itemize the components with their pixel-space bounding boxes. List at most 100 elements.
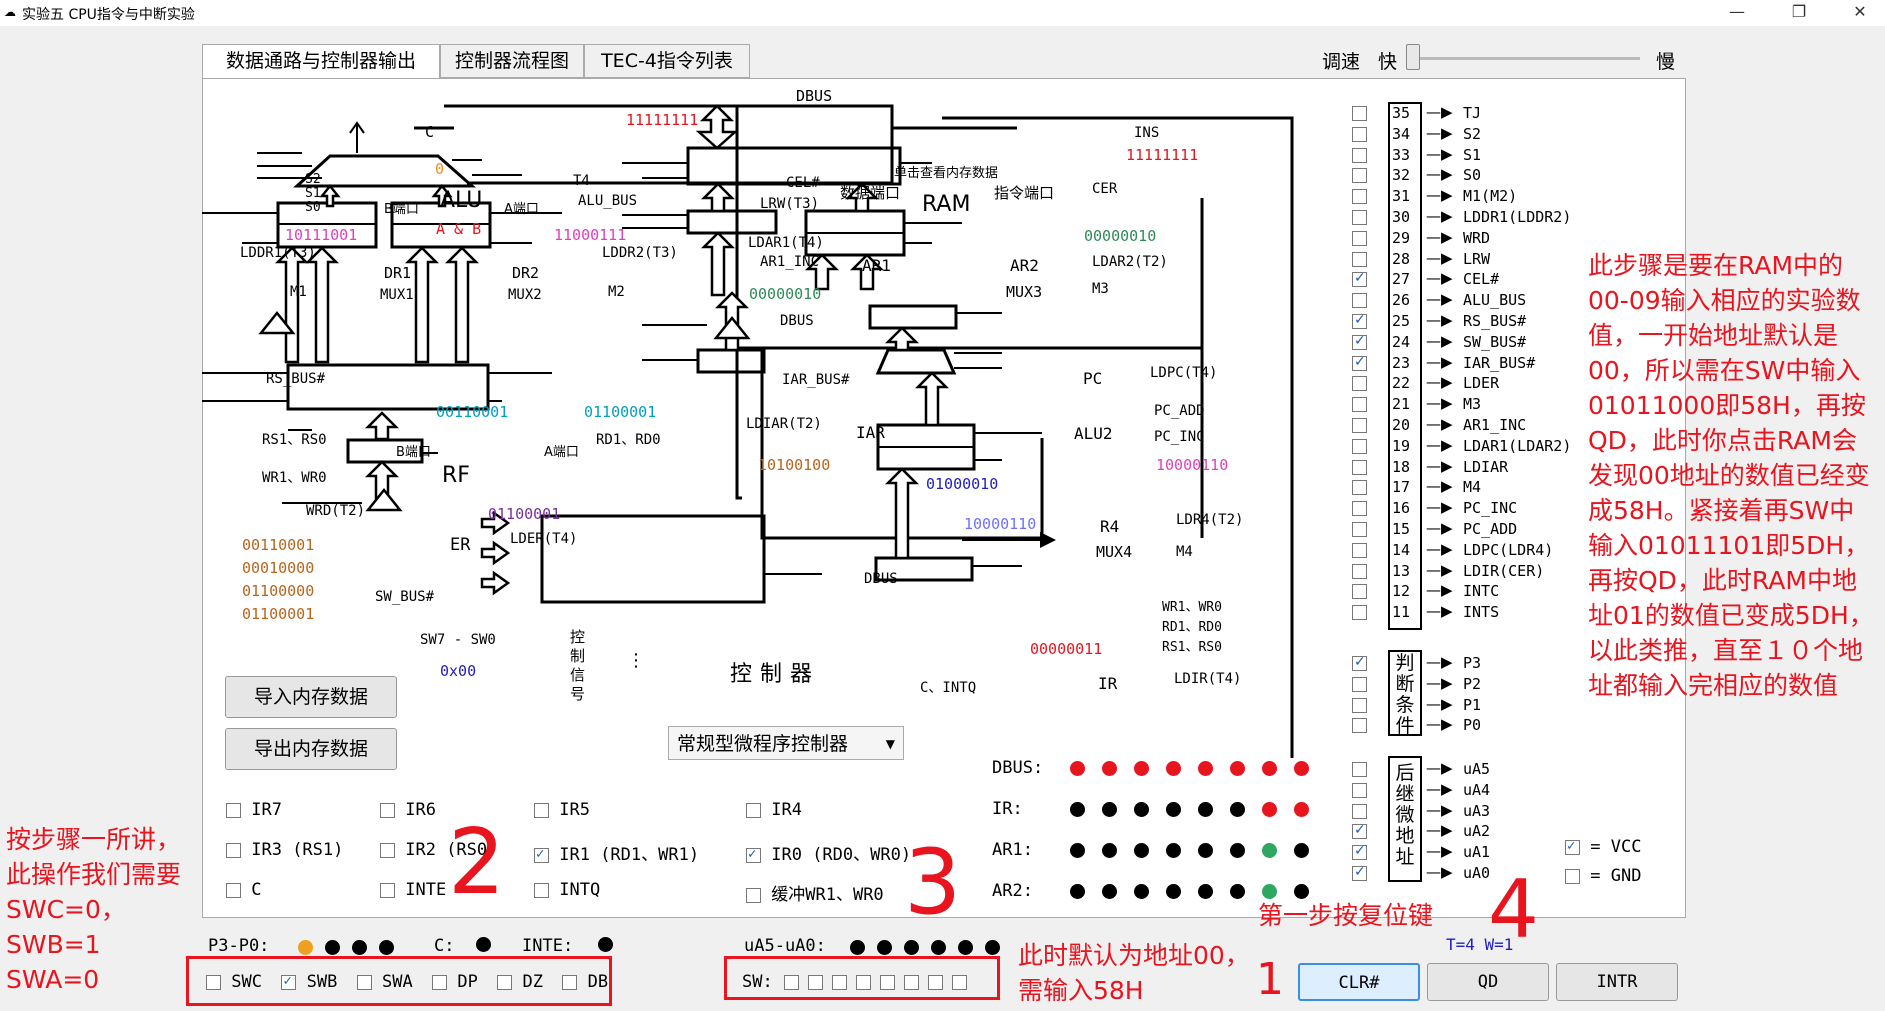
sw-bit-3[interactable] [880,975,895,990]
signal-checkbox[interactable] [1352,480,1367,496]
vcc-indicator[interactable]: = VCC [1565,837,1641,857]
flag-inte[interactable]: INTE [380,880,446,900]
signal-checkbox[interactable] [1352,126,1367,142]
flag-ir0[interactable]: IR0 (RD0、WR0) [746,840,911,865]
flag-ir4[interactable]: IR4 [746,800,802,820]
switch-dz-checkbox[interactable] [497,974,513,990]
sw-bit-6[interactable] [808,975,823,990]
signal-checkbox[interactable] [1352,333,1367,350]
mux2-label: MUX2 [508,287,542,303]
controller-type-select[interactable]: 常规型微程序控制器 ▼ [668,726,904,760]
flag-ir4-checkbox[interactable] [746,802,761,818]
flag-ir6-checkbox[interactable] [380,802,395,818]
flag-buffer-wr-checkbox[interactable] [746,887,761,903]
judge-checkbox[interactable] [1352,654,1367,671]
signal-checkbox[interactable] [1352,376,1367,392]
switch-db[interactable]: DB [562,972,608,992]
flag-ir2-checkbox[interactable] [380,842,395,858]
judge-checkbox[interactable] [1352,718,1367,734]
flag-ir3[interactable]: IR3 (RS1) [226,840,343,860]
next-address-checkbox[interactable] [1352,782,1367,798]
switch-dp[interactable]: DP [432,972,478,992]
gnd-checkbox[interactable] [1565,868,1580,884]
signal-checkbox[interactable] [1352,501,1367,517]
signal-checkbox[interactable] [1352,312,1367,329]
signal-checkbox[interactable] [1352,230,1367,246]
switch-swb[interactable]: SWB [281,972,337,992]
signal-checkbox[interactable] [1352,584,1367,600]
switch-swa[interactable]: SWA [356,972,413,992]
flag-c-checkbox[interactable] [226,882,241,898]
signal-checkbox[interactable] [1352,542,1367,558]
next-address-checkbox[interactable] [1352,822,1367,840]
sw-bit-1[interactable] [928,975,943,990]
flag-ir5-checkbox[interactable] [534,802,549,818]
signal-checkbox[interactable] [1352,563,1367,579]
switch-swc-checkbox[interactable] [206,974,221,990]
signal-checkbox[interactable] [1352,354,1367,371]
clr-button[interactable]: CLR# [1298,963,1420,1001]
switch-dp-checkbox[interactable] [432,974,448,990]
flag-ir6[interactable]: IR6 [380,800,436,820]
next-address-checkbox[interactable] [1352,803,1367,819]
flag-ir3-checkbox[interactable] [226,842,241,858]
maximize-icon[interactable]: ❐ [1784,2,1814,21]
qd-button[interactable]: QD [1427,963,1549,1001]
tab-instruction-list[interactable]: TEC-4指令列表 [584,44,750,78]
flag-intq[interactable]: INTQ [534,880,600,900]
tab-flowchart[interactable]: 控制器流程图 [440,44,584,78]
import-memory-button[interactable]: 导入内存数据 [225,676,397,718]
next-address-checkbox[interactable] [1352,864,1367,881]
sw-bit-4[interactable] [856,975,871,990]
sw-bit-7[interactable] [784,975,799,990]
flag-c[interactable]: C [226,880,262,900]
flag-buffer-wr[interactable]: 缓冲WR1、WR0 [746,880,884,905]
gnd-indicator[interactable]: = GND [1565,866,1641,886]
export-memory-button[interactable]: 导出内存数据 [225,728,397,770]
signal-checkbox[interactable] [1352,397,1367,413]
sw-bit-2[interactable] [904,975,919,990]
signal-checkbox[interactable] [1352,270,1367,288]
signal-checkbox[interactable] [1352,251,1367,267]
flag-ir5[interactable]: IR5 [534,800,590,820]
vcc-checkbox[interactable] [1565,838,1580,855]
judge-checkbox[interactable] [1352,697,1367,713]
flag-intq-checkbox[interactable] [534,882,549,898]
minimize-icon[interactable]: — [1722,2,1752,21]
signal-checkbox[interactable] [1352,147,1367,163]
switch-db-checkbox[interactable] [562,974,578,990]
signal-checkbox[interactable] [1352,189,1367,205]
close-icon[interactable]: ✕ [1845,2,1875,21]
signal-checkbox[interactable] [1352,293,1367,309]
tab-datapath[interactable]: 数据通路与控制器输出 [202,44,440,79]
speed-slider-track[interactable] [1410,57,1640,60]
switch-swc[interactable]: SWC [206,972,262,992]
signal-checkbox[interactable] [1352,438,1367,454]
sw-bit-0[interactable] [952,975,967,990]
flag-ir1[interactable]: IR1 (RD1、WR1) [534,840,699,865]
ram-block[interactable]: RAM [922,192,970,217]
led [1166,802,1181,817]
signal-checkbox[interactable] [1352,210,1367,225]
flag-ir7[interactable]: IR7 [226,800,282,820]
switch-swb-checkbox[interactable] [281,973,297,990]
signal-checkbox[interactable] [1352,168,1367,184]
flag-ir7-checkbox[interactable] [226,802,241,818]
signal-checkbox[interactable] [1352,459,1367,475]
signal-checkbox[interactable] [1352,605,1367,621]
switch-dz[interactable]: DZ [497,972,543,992]
next-address-checkbox[interactable] [1352,843,1367,861]
signal-checkbox[interactable] [1352,522,1367,537]
judge-checkbox[interactable] [1352,676,1367,692]
intr-button[interactable]: INTR [1556,963,1678,1001]
flag-ir0-checkbox[interactable] [746,846,761,863]
signal-checkbox[interactable] [1352,418,1367,433]
next-address-checkbox[interactable] [1352,762,1367,777]
rd-label: RD1、RD0 [596,432,661,448]
switch-swa-checkbox[interactable] [356,974,372,990]
signal-checkbox[interactable] [1352,106,1367,121]
flag-ir1-checkbox[interactable] [534,846,549,863]
sw-bit-5[interactable] [832,975,847,990]
flag-inte-checkbox[interactable] [380,882,395,898]
speed-slider-handle[interactable] [1406,44,1420,70]
